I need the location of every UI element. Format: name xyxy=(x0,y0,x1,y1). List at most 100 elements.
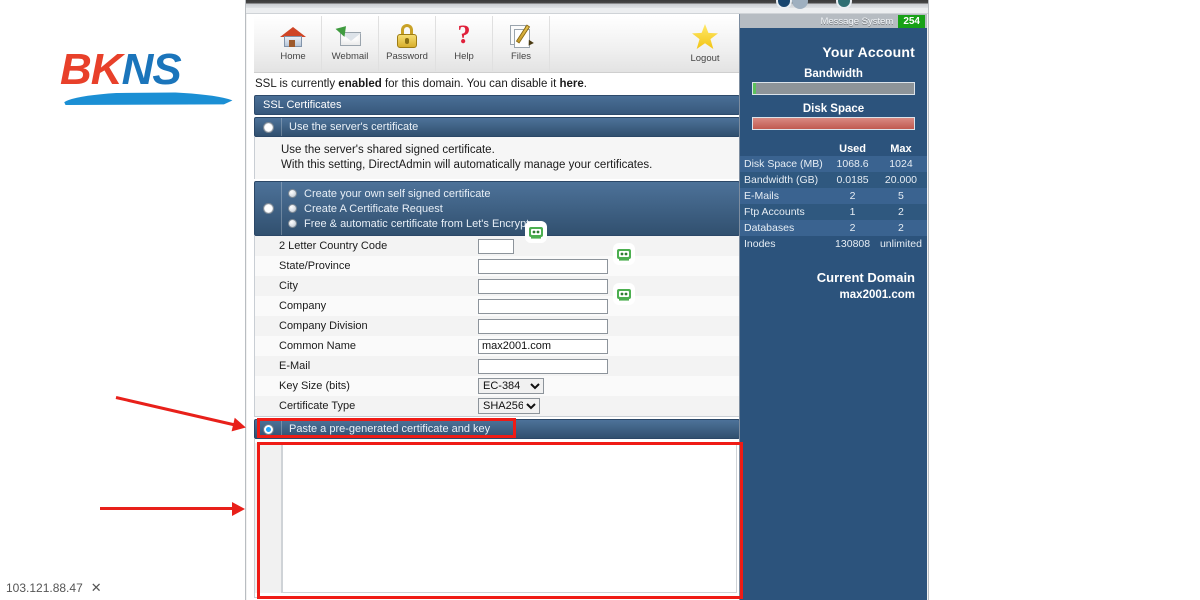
stat-max-emails: 5 xyxy=(875,188,927,204)
stat-used-inodes: 130808 xyxy=(830,236,875,252)
table-row: E-Mails 2 5 xyxy=(740,188,927,204)
company-input[interactable] xyxy=(478,299,608,314)
ssl-msg-middle: for this domain. You can disable it xyxy=(382,78,560,90)
email-input[interactable] xyxy=(478,359,608,374)
browser-chrome-strip xyxy=(246,0,928,8)
ssl-msg-prefix: SSL is currently xyxy=(255,78,338,90)
sub-option-label-certificate-request: Create A Certificate Request xyxy=(304,203,443,215)
company-division-input[interactable] xyxy=(478,319,608,334)
stat-used-ftp-accounts: 1 xyxy=(830,204,875,220)
stat-name-inodes: Inodes xyxy=(740,236,830,252)
radio-icon-server-certificate[interactable] xyxy=(263,122,274,133)
radio-cell-server[interactable] xyxy=(255,118,282,136)
city-input[interactable] xyxy=(478,279,608,294)
form-input-cell-company-division xyxy=(478,319,608,334)
stat-used-disk-space: 1068.6 xyxy=(830,156,875,172)
stat-max-ftp-accounts: 2 xyxy=(875,204,927,220)
table-row: Databases 2 2 xyxy=(740,220,927,236)
option-use-server-certificate[interactable]: Use the server's certificate xyxy=(254,117,740,137)
form-row-certificate-type: Certificate Type SHA256 xyxy=(255,396,739,416)
certificate-form: 2 Letter Country Code State/Province Cit… xyxy=(254,236,740,417)
table-row: Bandwidth (GB) 0.0185 20.000 xyxy=(740,172,927,188)
account-title: Your Account xyxy=(740,28,927,60)
stats-header-used: Used xyxy=(830,142,875,156)
files-icon xyxy=(507,21,535,49)
ssl-disable-link[interactable]: here xyxy=(560,78,584,90)
autofill-robot-icon-3[interactable] xyxy=(613,283,635,305)
country-code-input[interactable] xyxy=(478,239,514,254)
stat-used-emails: 2 xyxy=(830,188,875,204)
form-input-cell-email xyxy=(478,359,608,374)
toolbar-item-help[interactable]: ? Help xyxy=(436,16,493,71)
stats-header-max: Max xyxy=(875,142,927,156)
key-size-select[interactable]: EC-384 xyxy=(478,378,544,394)
stat-name-bandwidth: Bandwidth (GB) xyxy=(740,172,830,188)
logo-text-bk: BK xyxy=(60,45,122,94)
textarea-gutter xyxy=(255,443,282,593)
description-line-1: Use the server's shared signed certifica… xyxy=(281,143,731,158)
stats-header-name xyxy=(740,142,830,156)
ssl-msg-state: enabled xyxy=(338,78,381,90)
toolbar-item-password[interactable]: Password xyxy=(379,16,436,71)
toolbar-label-logout: Logout xyxy=(690,53,719,64)
option-label-server-certificate: Use the server's certificate xyxy=(282,118,739,136)
form-input-cell-common-name xyxy=(478,339,608,354)
toolbar-item-home[interactable]: Home xyxy=(265,16,322,71)
stat-used-databases: 2 xyxy=(830,220,875,236)
account-sidebar: Message System 254 Your Account Bandwidt… xyxy=(739,14,927,600)
toolbar-label-home: Home xyxy=(280,51,305,62)
radio-icon-self-signed[interactable] xyxy=(288,189,297,198)
certificate-textarea[interactable] xyxy=(282,443,737,593)
message-system-label: Message System xyxy=(820,16,893,27)
stat-name-disk-space: Disk Space (MB) xyxy=(740,156,830,172)
common-name-input[interactable] xyxy=(478,339,608,354)
form-row-city: City xyxy=(255,276,739,296)
home-icon xyxy=(279,21,307,49)
stat-max-bandwidth: 20.000 xyxy=(875,172,927,188)
toolbar-item-webmail[interactable]: Webmail xyxy=(322,16,379,71)
sub-option-self-signed[interactable]: Create your own self signed certificate xyxy=(288,186,739,201)
radio-icon-paste-certificate[interactable] xyxy=(263,424,274,435)
form-label-state-province: State/Province xyxy=(255,260,478,272)
message-system-bar[interactable]: Message System 254 xyxy=(740,14,927,28)
form-row-company-division: Company Division xyxy=(255,316,739,336)
mail-icon xyxy=(336,21,364,49)
radio-icon-certificate-request[interactable] xyxy=(288,204,297,213)
option-label-paste-certificate: Paste a pre-generated certificate and ke… xyxy=(282,420,739,438)
stat-name-ftp-accounts: Ftp Accounts xyxy=(740,204,830,220)
bandwidth-meter xyxy=(752,82,915,95)
radio-cell-create-group[interactable] xyxy=(255,182,282,235)
table-row: Inodes 130808 unlimited xyxy=(740,236,927,252)
form-row-key-size: Key Size (bits) EC-384 xyxy=(255,376,739,396)
certificate-type-select[interactable]: SHA256 xyxy=(478,398,540,414)
form-label-company: Company xyxy=(255,300,478,312)
ssl-msg-suffix: . xyxy=(584,78,587,90)
form-input-cell-company xyxy=(478,299,608,314)
main-toolbar: Home Webmail Password ? Help xyxy=(254,16,740,73)
toolbar-item-logout[interactable]: Logout xyxy=(676,18,734,64)
radio-icon-create-group[interactable] xyxy=(263,203,274,214)
panel-title: SSL Certificates xyxy=(254,95,740,115)
autofill-robot-icon-2[interactable] xyxy=(613,243,635,265)
sub-option-lets-encrypt[interactable]: Free & automatic certificate from Let's … xyxy=(288,216,739,231)
radio-cell-paste[interactable] xyxy=(255,420,282,438)
diskspace-meter-label: Disk Space xyxy=(740,103,927,115)
state-province-input[interactable] xyxy=(478,259,608,274)
close-icon[interactable]: ✕ xyxy=(91,580,102,595)
radio-icon-lets-encrypt[interactable] xyxy=(288,219,297,228)
form-row-common-name: Common Name xyxy=(255,336,739,356)
option-paste-certificate[interactable]: Paste a pre-generated certificate and ke… xyxy=(254,419,740,439)
sub-option-certificate-request[interactable]: Create A Certificate Request xyxy=(288,201,739,216)
form-label-email: E-Mail xyxy=(255,360,478,372)
form-input-cell-key-size: EC-384 xyxy=(478,378,544,394)
form-label-common-name: Common Name xyxy=(255,340,478,352)
certificate-textarea-container xyxy=(254,439,740,598)
option-group-create-certificate[interactable]: Create your own self signed certificate … xyxy=(254,181,740,236)
toolbar-label-password: Password xyxy=(386,51,428,62)
form-input-cell-city xyxy=(478,279,608,294)
toolbar-item-files[interactable]: Files xyxy=(493,16,550,71)
current-domain-title: Current Domain xyxy=(740,252,927,285)
annotation-arrow-2-head xyxy=(232,502,245,516)
autofill-robot-icon-1[interactable] xyxy=(525,221,547,243)
form-row-country-code: 2 Letter Country Code xyxy=(255,236,739,256)
